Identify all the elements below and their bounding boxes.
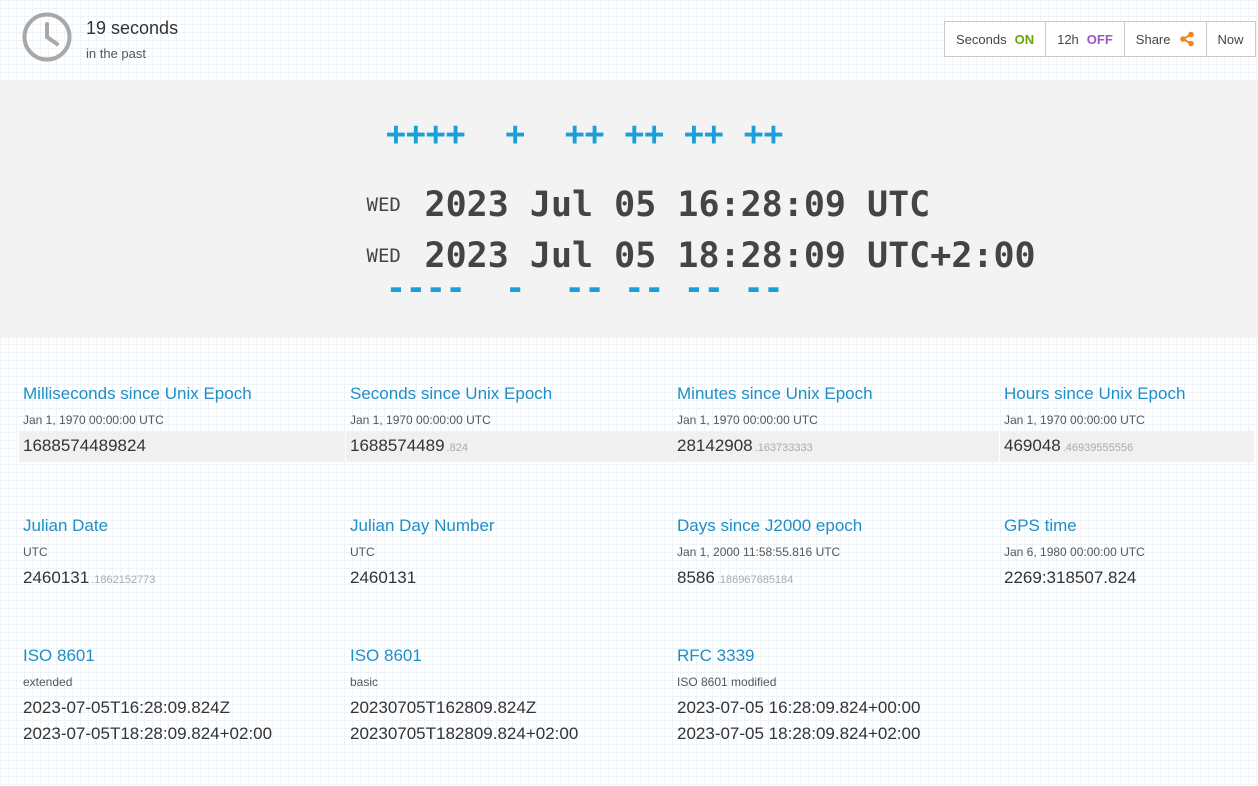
value-fraction: .186967685184 <box>716 574 794 586</box>
time-display: ++++ + ++ ++ ++ ++ WED 2023 Jul 05 16:28:… <box>0 80 1258 338</box>
card-title[interactable]: Hours since Unix Epoch <box>1004 384 1258 404</box>
card-value[interactable]: 1688574489.824 <box>346 431 672 462</box>
value-fraction: .46939555556 <box>1062 442 1134 454</box>
card-julian-date: Julian Date UTC 2460131.1862152773 <box>23 516 350 588</box>
seconds-toggle-state: ON <box>1014 31 1035 47</box>
card-subtitle: extended <box>23 675 73 689</box>
value-integer: 2460131 <box>23 568 90 587</box>
value-fraction: .163733333 <box>754 442 813 454</box>
card-title[interactable]: Julian Date <box>23 516 350 536</box>
card-value-local[interactable]: 20230705T182809.824+02:00 <box>350 724 677 744</box>
toolbar: Seconds ON 12h OFF Share Now <box>944 21 1256 57</box>
card-iso-basic: ISO 8601 basic 20230705T162809.824Z 2023… <box>350 646 677 744</box>
card-gps: GPS time Jan 6, 1980 00:00:00 UTC 2269:3… <box>1004 516 1258 588</box>
now-button[interactable]: Now <box>1207 22 1255 56</box>
card-title[interactable]: Milliseconds since Unix Epoch <box>23 384 350 404</box>
decrement-controls[interactable]: ---- - -- -- -- -- <box>386 268 783 307</box>
share-button[interactable]: Share <box>1125 22 1207 56</box>
header: 19 seconds in the past Seconds ON 12h OF… <box>0 0 1258 80</box>
card-title[interactable]: ISO 8601 <box>23 646 350 666</box>
card-value[interactable]: 2460131.1862152773 <box>23 568 350 588</box>
card-value[interactable]: 28142908.163733333 <box>673 431 999 462</box>
card-title[interactable]: RFC 3339 <box>677 646 1004 666</box>
card-value[interactable]: 469048.46939555556 <box>1000 431 1254 462</box>
card-j2000: Days since J2000 epoch Jan 1, 2000 11:58… <box>677 516 1004 588</box>
card-title[interactable]: Seconds since Unix Epoch <box>350 384 677 404</box>
card-title[interactable]: GPS time <box>1004 516 1258 536</box>
card-min-epoch: Minutes since Unix Epoch Jan 1, 1970 00:… <box>673 384 1004 462</box>
value-integer: 2269:318507.824 <box>1004 568 1137 587</box>
hour-format-toggle-button[interactable]: 12h OFF <box>1046 22 1125 56</box>
value-fraction: .824 <box>446 442 468 454</box>
card-title[interactable]: ISO 8601 <box>350 646 677 666</box>
card-value-utc[interactable]: 2023-07-05T16:28:09.824Z <box>23 698 350 718</box>
value-fraction: .1862152773 <box>91 574 156 586</box>
card-rfc3339: RFC 3339 ISO 8601 modified 2023-07-05 16… <box>677 646 1004 744</box>
relative-time-label: in the past <box>86 46 146 61</box>
relative-time-value: 19 seconds <box>86 18 179 38</box>
value-integer: 1688574489824 <box>23 436 146 455</box>
card-subtitle: Jan 1, 1970 00:00:00 UTC <box>677 413 818 427</box>
hour-format-label: 12h <box>1057 31 1079 47</box>
card-subtitle: UTC <box>350 545 375 559</box>
clock-icon <box>22 12 72 62</box>
card-value-local[interactable]: 2023-07-05 18:28:09.824+02:00 <box>677 724 1004 744</box>
card-subtitle: Jan 6, 1980 00:00:00 UTC <box>1004 545 1145 559</box>
card-ms-epoch: Milliseconds since Unix Epoch Jan 1, 197… <box>19 384 350 462</box>
card-subtitle: UTC <box>23 545 48 559</box>
card-value-utc[interactable]: 2023-07-05 16:28:09.824+00:00 <box>677 698 1004 718</box>
card-title[interactable]: Minutes since Unix Epoch <box>677 384 1004 404</box>
hour-format-state: OFF <box>1086 31 1113 47</box>
share-icon <box>1179 31 1195 47</box>
seconds-toggle-button[interactable]: Seconds ON <box>945 22 1047 56</box>
now-label: Now <box>1217 31 1244 47</box>
card-subtitle: ISO 8601 modified <box>677 675 777 689</box>
card-s-epoch: Seconds since Unix Epoch Jan 1, 1970 00:… <box>346 384 677 462</box>
card-subtitle: Jan 1, 2000 11:58:55.816 UTC <box>677 545 841 559</box>
increment-controls[interactable]: ++++ + ++ ++ ++ ++ <box>386 114 783 153</box>
utc-day-of-week: WED <box>366 194 401 216</box>
card-hr-epoch: Hours since Unix Epoch Jan 1, 1970 00:00… <box>1000 384 1258 462</box>
card-julian-day: Julian Day Number UTC 2460131 <box>350 516 677 588</box>
card-value[interactable]: 2269:318507.824 <box>1004 568 1258 588</box>
card-title[interactable]: Days since J2000 epoch <box>677 516 1004 536</box>
seconds-toggle-label: Seconds <box>956 31 1007 47</box>
local-day-of-week: WED <box>366 245 401 267</box>
value-integer: 469048 <box>1004 436 1061 455</box>
value-integer: 1688574489 <box>350 436 445 455</box>
card-title[interactable]: Julian Day Number <box>350 516 677 536</box>
card-iso-extended: ISO 8601 extended 2023-07-05T16:28:09.82… <box>23 646 350 744</box>
card-value-local[interactable]: 2023-07-05T18:28:09.824+02:00 <box>23 724 350 744</box>
value-integer: 2460131 <box>350 568 417 587</box>
card-subtitle: basic <box>350 675 379 689</box>
card-subtitle: Jan 1, 1970 00:00:00 UTC <box>23 413 164 427</box>
card-value[interactable]: 2460131 <box>350 568 677 588</box>
card-subtitle: Jan 1, 1970 00:00:00 UTC <box>350 413 491 427</box>
card-subtitle: Jan 1, 1970 00:00:00 UTC <box>1004 413 1145 427</box>
card-value[interactable]: 8586.186967685184 <box>677 568 1004 588</box>
value-integer: 28142908 <box>677 436 753 455</box>
card-value[interactable]: 1688574489824 <box>19 431 345 462</box>
share-label: Share <box>1135 31 1171 47</box>
card-value-utc[interactable]: 20230705T162809.824Z <box>350 698 677 718</box>
value-integer: 8586 <box>677 568 715 587</box>
